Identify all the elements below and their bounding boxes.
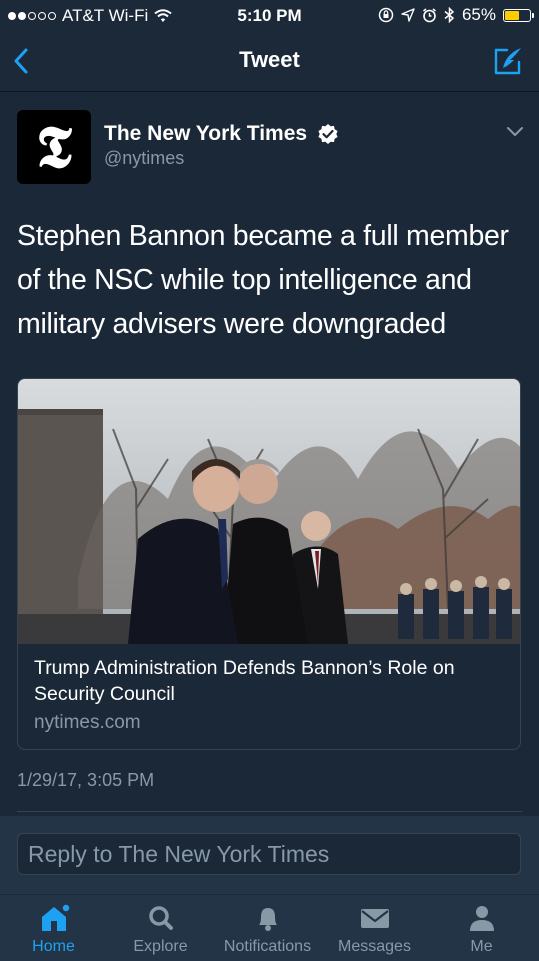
tweet-text: Stephen Bannon became a full member of t…	[17, 220, 509, 340]
person-icon	[469, 906, 494, 931]
tab-label: Home	[32, 938, 75, 955]
author-handle[interactable]: @nytimes	[104, 148, 184, 169]
nyt-logo-icon: 𝕿	[36, 113, 72, 181]
tweet-timestamp: 1/29/17, 3:05 PM	[17, 770, 155, 790]
avatar[interactable]: 𝕿	[17, 110, 91, 184]
reply-input[interactable]	[17, 833, 521, 875]
bluetooth-icon	[444, 7, 455, 23]
tab-explore[interactable]: Explore	[107, 895, 214, 961]
tab-notifications[interactable]: Notifications	[214, 895, 321, 961]
chevron-down-icon[interactable]	[505, 124, 525, 138]
verified-badge-icon	[318, 124, 338, 144]
orientation-lock-icon	[378, 7, 394, 23]
battery-icon	[503, 8, 534, 22]
navigation-bar: Tweet	[0, 34, 539, 92]
tab-home[interactable]: Home	[0, 895, 107, 961]
card-photo	[18, 379, 520, 644]
divider	[17, 811, 522, 812]
status-bar: AT&T Wi-Fi 5:10 PM 65%	[0, 0, 539, 34]
compose-tweet-button[interactable]	[491, 44, 525, 78]
tab-label: Messages	[338, 938, 411, 955]
tab-messages[interactable]: Messages	[321, 895, 428, 961]
tab-label: Notifications	[223, 938, 312, 955]
home-icon	[41, 903, 71, 931]
author-name[interactable]: The New York Times	[104, 122, 307, 146]
page-title: Tweet	[239, 47, 300, 72]
tab-bar: Home Explore Notifications Messages Me	[0, 894, 539, 961]
link-card[interactable]: Trump Administration Defends Bannon’s Ro…	[17, 378, 521, 750]
tab-label: Explore	[133, 938, 188, 955]
card-title: Trump Administration Defends Bannon’s Ro…	[34, 657, 455, 705]
battery-percent: 65%	[461, 5, 496, 24]
alarm-icon	[423, 7, 436, 22]
bell-icon	[258, 908, 277, 931]
envelope-icon	[360, 909, 389, 928]
tab-me[interactable]: Me	[428, 895, 535, 961]
search-icon	[148, 906, 173, 930]
tweet-detail: 𝕿 The New York Times @nytimes Stephen Ba…	[0, 92, 539, 816]
card-domain: nytimes.com	[34, 712, 141, 733]
location-arrow-icon	[401, 8, 415, 22]
tab-label: Me	[470, 938, 493, 955]
reply-bar	[0, 816, 539, 894]
